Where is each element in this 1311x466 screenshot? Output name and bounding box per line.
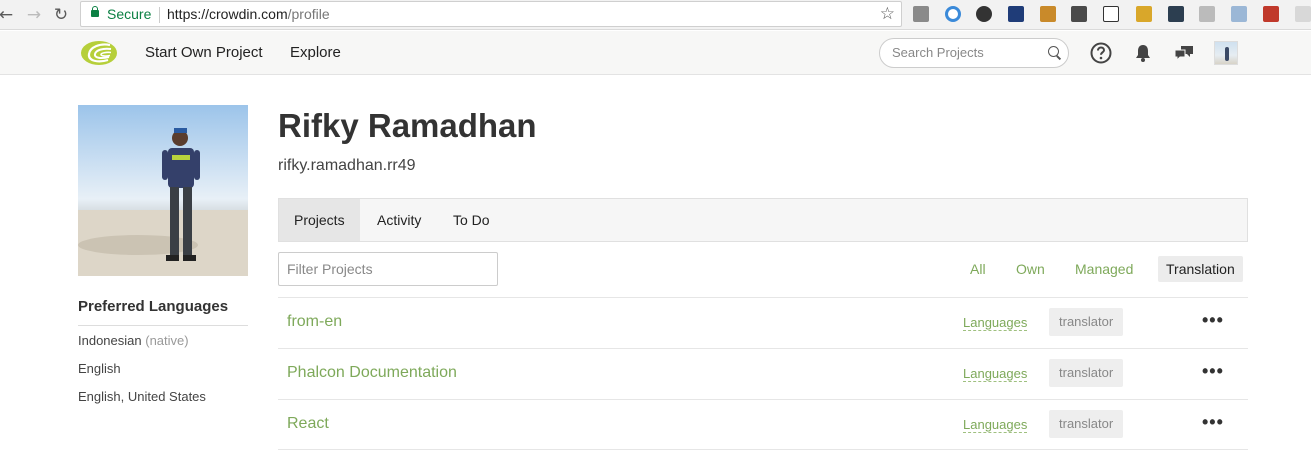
extension-icon[interactable] — [1263, 6, 1279, 22]
language-item: Indonesian (native) — [78, 333, 189, 348]
reload-icon[interactable]: ↻ — [51, 5, 71, 25]
extension-icon[interactable] — [913, 6, 929, 22]
filter-own[interactable]: Own — [1008, 256, 1053, 282]
address-bar[interactable]: Secure https://crowdin.com/profile ☆ — [80, 1, 902, 27]
bookmark-star-icon[interactable]: ☆ — [880, 4, 895, 24]
role-badge: translator — [1049, 359, 1124, 387]
project-name[interactable]: Phalcon Documentation — [287, 364, 457, 382]
start-own-project-link[interactable]: Start Own Project — [145, 44, 263, 61]
more-options-icon[interactable]: ••• — [1202, 412, 1224, 432]
crowdin-logo[interactable] — [80, 39, 118, 67]
messages-icon[interactable] — [1173, 42, 1195, 64]
url-divider — [159, 7, 160, 23]
profile-username: rifky.ramadhan.rr49 — [278, 157, 416, 174]
project-row: from-en Languages translator ••• — [278, 297, 1248, 348]
profile-tabs: Projects Activity To Do — [278, 198, 1248, 242]
search-input[interactable] — [892, 45, 1042, 60]
filter-translation[interactable]: Translation — [1158, 256, 1243, 282]
language-name: English — [78, 361, 121, 376]
languages-link[interactable]: Languages — [963, 366, 1028, 382]
extension-icon[interactable] — [1136, 6, 1152, 22]
search-icon[interactable] — [1048, 46, 1059, 57]
role-badge: translator — [1049, 410, 1124, 438]
more-options-icon[interactable]: ••• — [1202, 310, 1224, 330]
tab-projects[interactable]: Projects — [279, 199, 360, 241]
role-badge: translator — [1049, 308, 1124, 336]
extension-icon[interactable] — [1040, 6, 1056, 22]
language-item: English — [78, 361, 121, 376]
preferred-languages-title: Preferred Languages — [78, 298, 248, 326]
back-icon[interactable]: ← — [0, 5, 16, 25]
language-name: Indonesian — [78, 333, 142, 348]
extension-icon[interactable] — [1008, 6, 1024, 22]
extension-icon[interactable] — [1168, 6, 1184, 22]
more-options-icon[interactable]: ••• — [1202, 361, 1224, 381]
search-box[interactable] — [879, 38, 1069, 68]
url-path: /profile — [287, 6, 330, 22]
languages-link[interactable]: Languages — [963, 417, 1028, 433]
url-text[interactable]: https://crowdin.com/profile — [167, 6, 330, 22]
secure-label: Secure — [107, 6, 152, 22]
extension-icon[interactable] — [1071, 6, 1087, 22]
lock-icon — [91, 6, 99, 17]
explore-link[interactable]: Explore — [290, 44, 341, 61]
extension-icon[interactable] — [1295, 6, 1311, 22]
language-name: English, United States — [78, 389, 206, 404]
filter-managed[interactable]: Managed — [1067, 256, 1141, 282]
language-item: English, United States — [78, 389, 206, 404]
profile-photo — [78, 105, 248, 276]
app-header: Start Own Project Explore — [0, 31, 1311, 75]
extension-icon[interactable] — [976, 6, 992, 22]
project-name[interactable]: React — [287, 415, 329, 433]
extension-icon[interactable] — [945, 6, 961, 22]
project-name[interactable]: from-en — [287, 313, 342, 331]
languages-link[interactable]: Languages — [963, 315, 1028, 331]
project-row: React Languages translator ••• — [278, 399, 1248, 450]
extension-icon[interactable] — [1103, 6, 1119, 22]
filter-all[interactable]: All — [962, 256, 994, 282]
extension-icon[interactable] — [1231, 6, 1247, 22]
user-avatar[interactable] — [1214, 41, 1238, 65]
help-icon[interactable] — [1090, 42, 1112, 64]
native-tag: (native) — [145, 333, 189, 348]
filter-projects-input[interactable] — [287, 261, 487, 277]
browser-toolbar: ← → ↻ Secure https://crowdin.com/profile… — [0, 0, 1311, 30]
tab-activity[interactable]: Activity — [362, 199, 436, 241]
url-host: https://crowdin.com — [167, 6, 288, 22]
project-row: Phalcon Documentation Languages translat… — [278, 348, 1248, 399]
extension-icon[interactable] — [1199, 6, 1215, 22]
tab-todo[interactable]: To Do — [438, 199, 505, 241]
profile-name: Rifky Ramadhan — [278, 107, 537, 144]
forward-icon[interactable]: → — [24, 5, 44, 25]
filter-projects-box[interactable] — [278, 252, 498, 286]
bell-icon[interactable] — [1132, 42, 1154, 64]
